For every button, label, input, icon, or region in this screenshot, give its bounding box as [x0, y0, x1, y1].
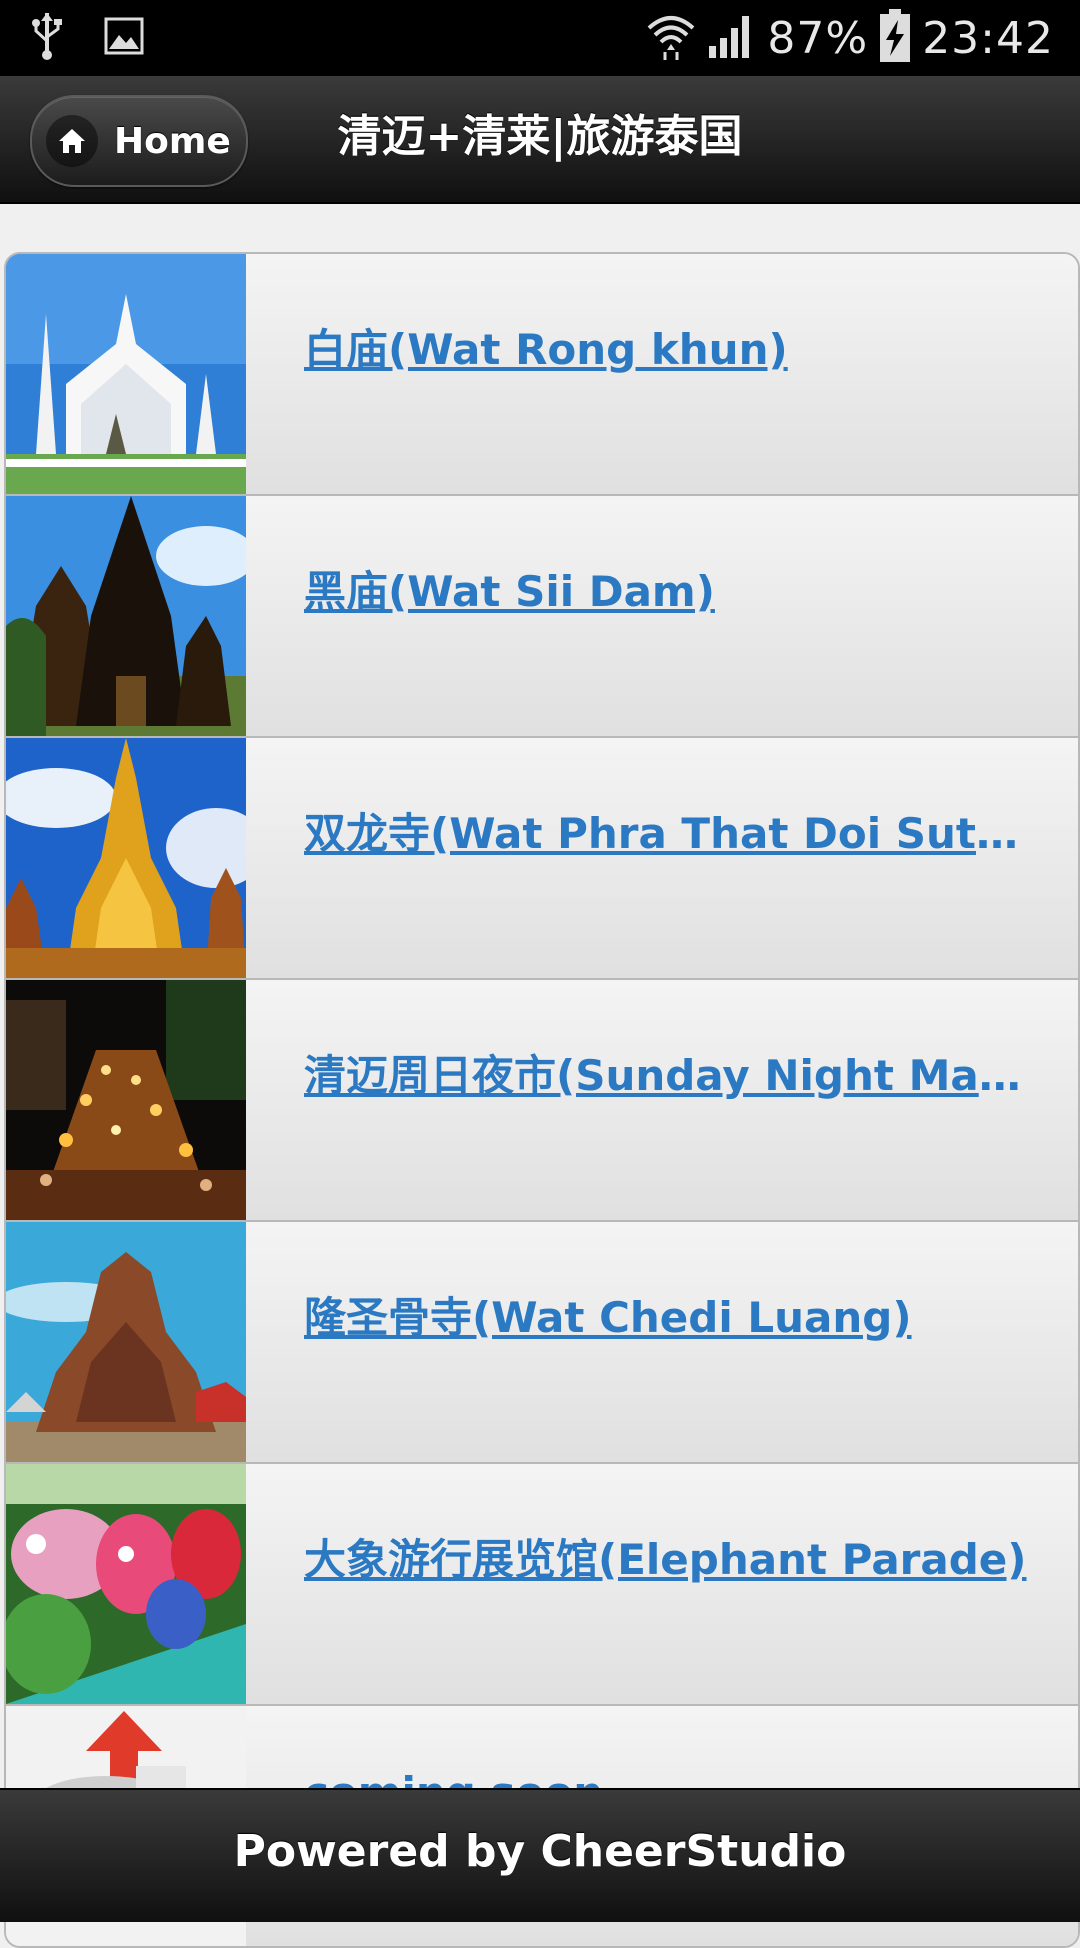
elephants-thumbnail — [6, 1464, 246, 1704]
list-item-white-temple[interactable]: 白庙(Wat Rong khun) — [6, 254, 1078, 494]
item-label[interactable]: 隆圣骨寺(Wat Chedi Luang) — [304, 1284, 1038, 1345]
list-item-golden-stupa[interactable]: 双龙寺(Wat Phra That Doi Suthep) — [6, 736, 1078, 978]
footer-bar: Powered by CheerStudio — [0, 1788, 1080, 1922]
clock: 23:42 — [922, 12, 1054, 64]
app-header: Home 清迈+清莱|旅游泰国 — [0, 76, 1080, 204]
home-button[interactable]: Home — [30, 95, 248, 187]
list-item-black-temple[interactable]: 黑庙(Wat Sii Dam) — [6, 494, 1078, 736]
usb-icon — [30, 11, 64, 65]
night-market-thumbnail — [6, 980, 246, 1220]
list-item-elephants[interactable]: 大象游行展览馆(Elephant Parade) — [6, 1462, 1078, 1704]
attraction-list: 白庙(Wat Rong khun) 黑庙(Wat Sii Dam) 双龙寺(Wa… — [4, 252, 1080, 1948]
signal-icon — [707, 12, 757, 64]
item-label[interactable]: 清迈周日夜市(Sunday Night Market) — [304, 1042, 1038, 1103]
list-item-night-market[interactable]: 清迈周日夜市(Sunday Night Market) — [6, 978, 1078, 1220]
item-label[interactable]: 双龙寺(Wat Phra That Doi Suthep) — [304, 800, 1038, 861]
golden-stupa-thumbnail — [6, 738, 246, 978]
status-bar: 87% 23:42 — [0, 0, 1080, 76]
item-label[interactable]: 黑庙(Wat Sii Dam) — [304, 558, 1038, 619]
item-label[interactable]: 白庙(Wat Rong khun) — [304, 316, 1038, 377]
image-icon — [104, 17, 144, 59]
home-button-label: Home — [114, 120, 231, 162]
wifi-icon — [645, 10, 697, 66]
battery-charging-icon — [878, 8, 912, 68]
white-temple-thumbnail — [6, 254, 246, 494]
item-label[interactable]: 大象游行展览馆(Elephant Parade) — [304, 1526, 1038, 1587]
home-icon — [46, 115, 98, 167]
list-item-chedi[interactable]: 隆圣骨寺(Wat Chedi Luang) — [6, 1220, 1078, 1462]
footer-credit: Powered by CheerStudio — [233, 1826, 847, 1877]
battery-percent: 87% — [767, 12, 869, 64]
page-title: 清迈+清莱|旅游泰国 — [337, 111, 743, 162]
black-temple-thumbnail — [6, 496, 246, 736]
chedi-thumbnail — [6, 1222, 246, 1462]
